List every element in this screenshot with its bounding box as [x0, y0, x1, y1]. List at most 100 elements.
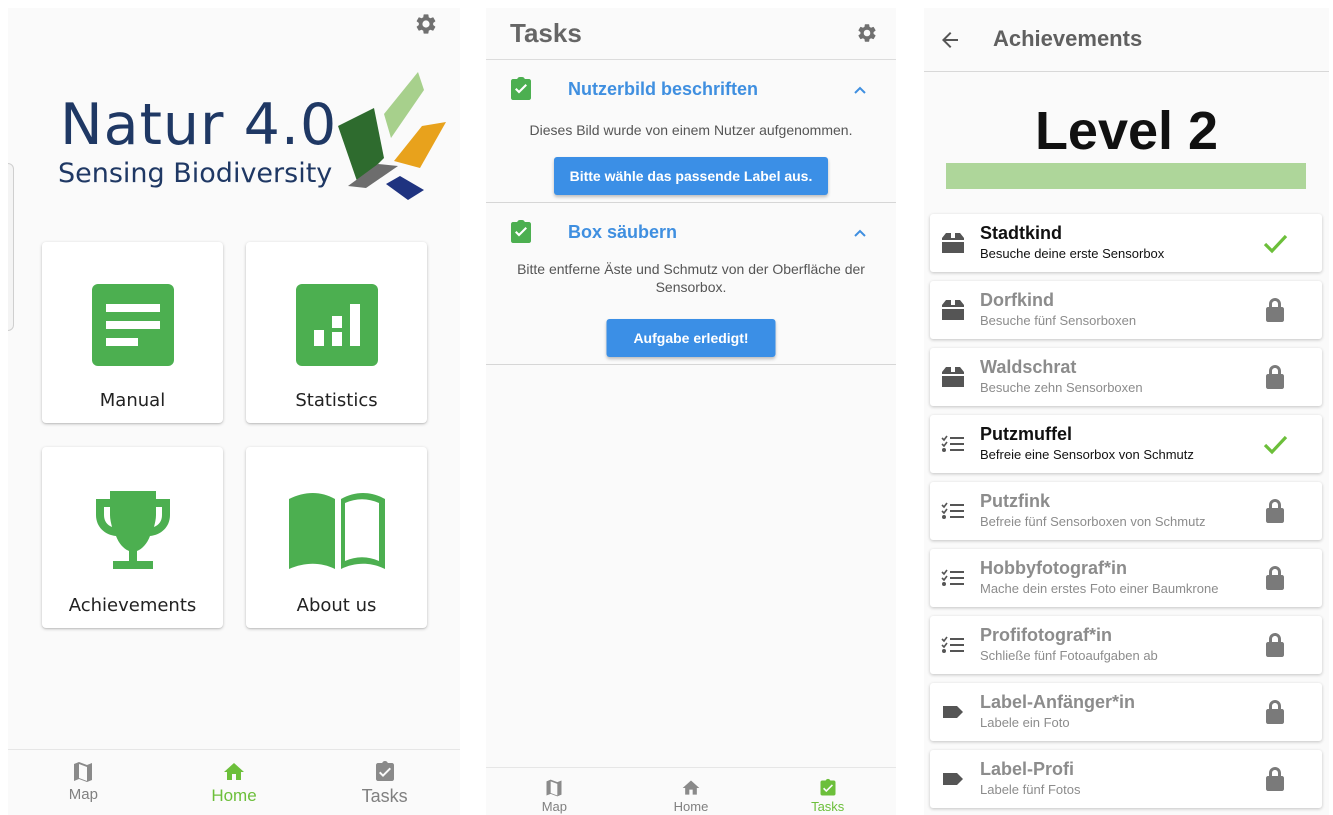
nav-home[interactable]: Home	[623, 768, 760, 815]
lock-icon	[1262, 699, 1288, 725]
page-title: Achievements	[993, 26, 1143, 51]
about-us-card[interactable]: About us	[246, 447, 427, 628]
about-us-label: About us	[296, 595, 377, 616]
checklist-icon	[940, 431, 966, 457]
achievement-description: Besuche fünf Sensorboxen	[980, 313, 1137, 328]
document-icon	[90, 282, 176, 368]
achievement-item[interactable]: Profifotograf*in Schließe fünf Fotoaufgab…	[930, 616, 1322, 674]
achievement-item[interactable]: Label-Anfänger*in Labele ein Foto	[930, 683, 1322, 741]
label-icon	[940, 766, 966, 792]
map-icon	[71, 760, 95, 784]
achievement-name: Putzmuffel	[980, 424, 1072, 444]
achievement-name: Stadtkind	[980, 223, 1063, 243]
chevron-up-icon[interactable]	[852, 82, 868, 98]
achievement-name: Dorfkind	[980, 290, 1054, 310]
achievements-card[interactable]: Achievements	[42, 447, 223, 628]
lock-icon	[1262, 364, 1288, 390]
task-title[interactable]: Box säubern	[568, 222, 677, 243]
level-progress-bar	[946, 163, 1306, 189]
nav-home-label: Home	[673, 799, 709, 814]
achievement-item[interactable]: Hobbyfotograf*in Mache dein erstes Foto e…	[930, 549, 1322, 607]
level-heading: Level 2	[1034, 101, 1219, 161]
manual-card[interactable]: Manual	[42, 242, 223, 423]
achievement-item[interactable]: Stadtkind Besuche deine erste Sensorbox	[930, 214, 1322, 272]
choose-label-button[interactable]: Bitte wähle das passende Label aus.	[554, 157, 828, 195]
achievement-description: Besuche deine erste Sensorbox	[980, 246, 1165, 261]
trophy-icon	[90, 487, 176, 573]
level-progress-fill	[946, 163, 1306, 189]
achievement-name: Profifotograf*in	[980, 625, 1112, 645]
lock-icon	[1262, 766, 1288, 792]
task-check-icon	[510, 76, 532, 100]
checklist-icon	[940, 632, 966, 658]
checkmark-icon	[1262, 431, 1288, 457]
box-icon	[940, 230, 966, 256]
task-icon	[818, 778, 838, 798]
nav-home-label: Home	[211, 786, 257, 805]
task-item: Nutzerbild beschriften Dieses Bild wurde…	[486, 60, 896, 203]
achievement-description: Labele ein Foto	[980, 715, 1070, 730]
nav-tasks[interactable]: Tasks	[309, 750, 460, 815]
achievement-description: Schließe fünf Fotoaufgaben ab	[980, 648, 1158, 663]
achievement-item[interactable]: Putzfink Befreie fünf Sensorboxen von Sch…	[930, 482, 1322, 540]
bottom-navigation: Map Home Tasks	[486, 767, 896, 815]
nav-map-label: Map	[541, 799, 567, 814]
task-icon	[373, 760, 397, 784]
book-icon	[287, 487, 387, 573]
lock-icon	[1262, 498, 1288, 524]
achievement-item[interactable]: Label-Profi Labele fünf Fotos	[930, 750, 1322, 808]
checkmark-icon	[1262, 230, 1288, 256]
home-icon	[222, 760, 246, 784]
statistics-card[interactable]: Statistics	[246, 242, 427, 423]
lock-icon	[1262, 565, 1288, 591]
statistics-label: Statistics	[295, 390, 378, 411]
task-check-icon	[510, 219, 532, 243]
achievement-description: Besuche zehn Sensorboxen	[980, 380, 1143, 395]
map-icon	[544, 778, 564, 798]
chevron-up-icon[interactable]	[852, 225, 868, 241]
achievement-item[interactable]: Putzmuffel Befreie eine Sensorbox von Sch…	[930, 415, 1322, 473]
nav-map[interactable]: Map	[486, 768, 623, 815]
page-title: Tasks	[510, 18, 582, 48]
home-screen: Natur 4.0 Sensing Biodiversity Manual St…	[8, 8, 460, 815]
achievements-label: Achievements	[68, 595, 197, 616]
checklist-icon	[940, 498, 966, 524]
nav-map[interactable]: Map	[8, 750, 159, 815]
manual-label: Manual	[99, 390, 166, 411]
back-arrow-icon[interactable]	[938, 28, 962, 52]
tasks-screen: Tasks Nutzerbild beschriften Dieses Bild…	[486, 8, 896, 815]
achievement-name: Waldschrat	[980, 357, 1077, 377]
task-description: Bitte entferne Äste und Schmutz von der …	[517, 261, 865, 295]
nav-tasks-label: Tasks	[361, 786, 408, 806]
label-icon	[940, 699, 966, 725]
bottom-navigation: Map Home Tasks	[8, 749, 460, 815]
checklist-icon	[940, 565, 966, 591]
task-description: Dieses Bild wurde von einem Nutzer aufge…	[529, 122, 853, 138]
achievement-description: Befreie fünf Sensorboxen von Schmutz	[980, 514, 1206, 529]
task-done-button[interactable]: Aufgabe erledigt!	[606, 319, 776, 357]
logo-subtitle: Sensing Biodiversity	[58, 158, 333, 189]
task-item: Box säubern Bitte entferne Äste und Schm…	[486, 203, 896, 365]
achievement-item[interactable]: Waldschrat Besuche zehn Sensorboxen	[930, 348, 1322, 406]
achievement-item[interactable]: Dorfkind Besuche fünf Sensorboxen	[930, 281, 1322, 339]
nav-home[interactable]: Home	[159, 750, 310, 815]
task-title[interactable]: Nutzerbild beschriften	[568, 79, 758, 100]
box-icon	[940, 364, 966, 390]
box-icon	[940, 297, 966, 323]
nav-tasks[interactable]: Tasks	[759, 768, 896, 815]
logo-title: Natur 4.0	[60, 92, 338, 158]
home-icon	[681, 778, 701, 798]
achievement-description: Labele fünf Fotos	[980, 782, 1081, 797]
tasks-app-bar: Tasks	[486, 8, 896, 60]
drawer-edge-handle[interactable]	[8, 163, 14, 331]
settings-gear-icon[interactable]	[414, 12, 438, 36]
achievements-screen: Achievements Level 2 Stadtkind Besuche de…	[924, 8, 1329, 815]
settings-gear-icon[interactable]	[856, 22, 878, 44]
achievement-name: Putzfink	[980, 491, 1050, 511]
lock-icon	[1262, 632, 1288, 658]
achievements-app-bar: Achievements	[924, 8, 1329, 72]
lock-icon	[1262, 297, 1288, 323]
bar-chart-icon	[294, 282, 380, 368]
achievement-name: Hobbyfotograf*in	[980, 558, 1127, 578]
logo-leaves-graphic	[338, 72, 446, 200]
